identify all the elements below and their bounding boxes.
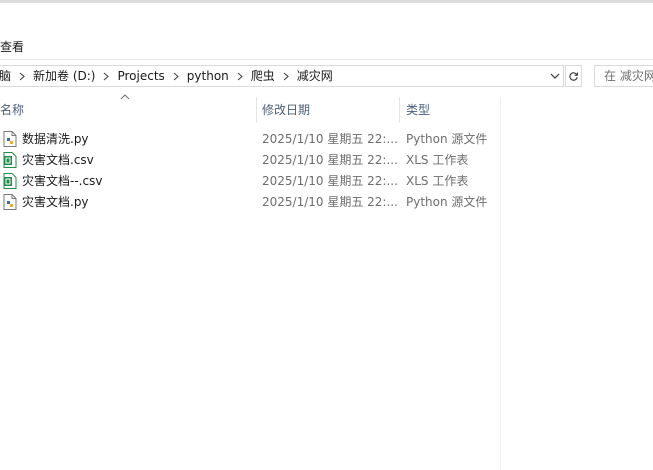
- breadcrumb-item-computer[interactable]: 脑: [0, 66, 15, 86]
- file-date: 2025/1/10 星期五 22:...: [262, 174, 398, 188]
- file-date: 2025/1/10 星期五 22:...: [262, 132, 398, 146]
- breadcrumb-item-python[interactable]: python: [183, 66, 233, 86]
- chevron-down-icon[interactable]: [547, 66, 563, 86]
- chevron-right-icon[interactable]: [15, 66, 29, 86]
- breadcrumb: 脑 新加卷 (D:) Projects python 爬虫 减灾网: [0, 66, 337, 86]
- file-row[interactable]: 灾害文档.csv 2025/1/10 星期五 22:... XLS 工作表: [0, 150, 500, 171]
- view-menu[interactable]: 查看: [0, 38, 24, 55]
- sort-ascending-icon: [120, 94, 130, 100]
- search-box[interactable]: [594, 65, 653, 87]
- python-file-icon: [3, 131, 17, 147]
- address-bar[interactable]: 脑 新加卷 (D:) Projects python 爬虫 减灾网: [0, 65, 564, 87]
- refresh-button[interactable]: [565, 65, 582, 87]
- column-header-name[interactable]: 名称: [0, 100, 24, 120]
- refresh-icon: [569, 71, 578, 81]
- column-header-date-modified[interactable]: 修改日期: [262, 100, 310, 120]
- window-top-border: [0, 0, 653, 3]
- file-name: 灾害文档.py: [22, 195, 89, 209]
- file-type: XLS 工作表: [406, 174, 469, 188]
- file-name: 数据清洗.py: [22, 132, 89, 146]
- spreadsheet-file-icon: [3, 173, 17, 189]
- ribbon-divider: [0, 59, 653, 60]
- column-divider[interactable]: [256, 97, 257, 123]
- chevron-right-icon[interactable]: [279, 66, 293, 86]
- file-row[interactable]: 灾害文档--.csv 2025/1/10 星期五 22:... XLS 工作表: [0, 171, 500, 192]
- chevron-right-icon[interactable]: [99, 66, 113, 86]
- file-date: 2025/1/10 星期五 22:...: [262, 153, 398, 167]
- file-name: 灾害文档--.csv: [22, 174, 103, 188]
- file-date: 2025/1/10 星期五 22:...: [262, 195, 398, 209]
- file-type: Python 源文件: [406, 195, 488, 209]
- file-row[interactable]: 数据清洗.py 2025/1/10 星期五 22:... Python 源文件: [0, 129, 500, 150]
- file-row[interactable]: 灾害文档.py 2025/1/10 星期五 22:... Python 源文件: [0, 192, 500, 213]
- python-file-icon: [3, 194, 17, 210]
- breadcrumb-item-current-folder[interactable]: 减灾网: [293, 66, 337, 86]
- breadcrumb-item-crawler[interactable]: 爬虫: [247, 66, 279, 86]
- column-header-type[interactable]: 类型: [406, 100, 430, 120]
- search-input[interactable]: [595, 66, 653, 86]
- chevron-right-icon[interactable]: [233, 66, 247, 86]
- breadcrumb-item-drive[interactable]: 新加卷 (D:): [29, 66, 99, 86]
- column-divider: [500, 97, 501, 470]
- chevron-right-icon[interactable]: [169, 66, 183, 86]
- file-type: Python 源文件: [406, 132, 488, 146]
- file-type: XLS 工作表: [406, 153, 469, 167]
- column-divider[interactable]: [399, 97, 400, 123]
- breadcrumb-item-projects[interactable]: Projects: [113, 66, 168, 86]
- file-name: 灾害文档.csv: [22, 153, 94, 167]
- spreadsheet-file-icon: [3, 152, 17, 168]
